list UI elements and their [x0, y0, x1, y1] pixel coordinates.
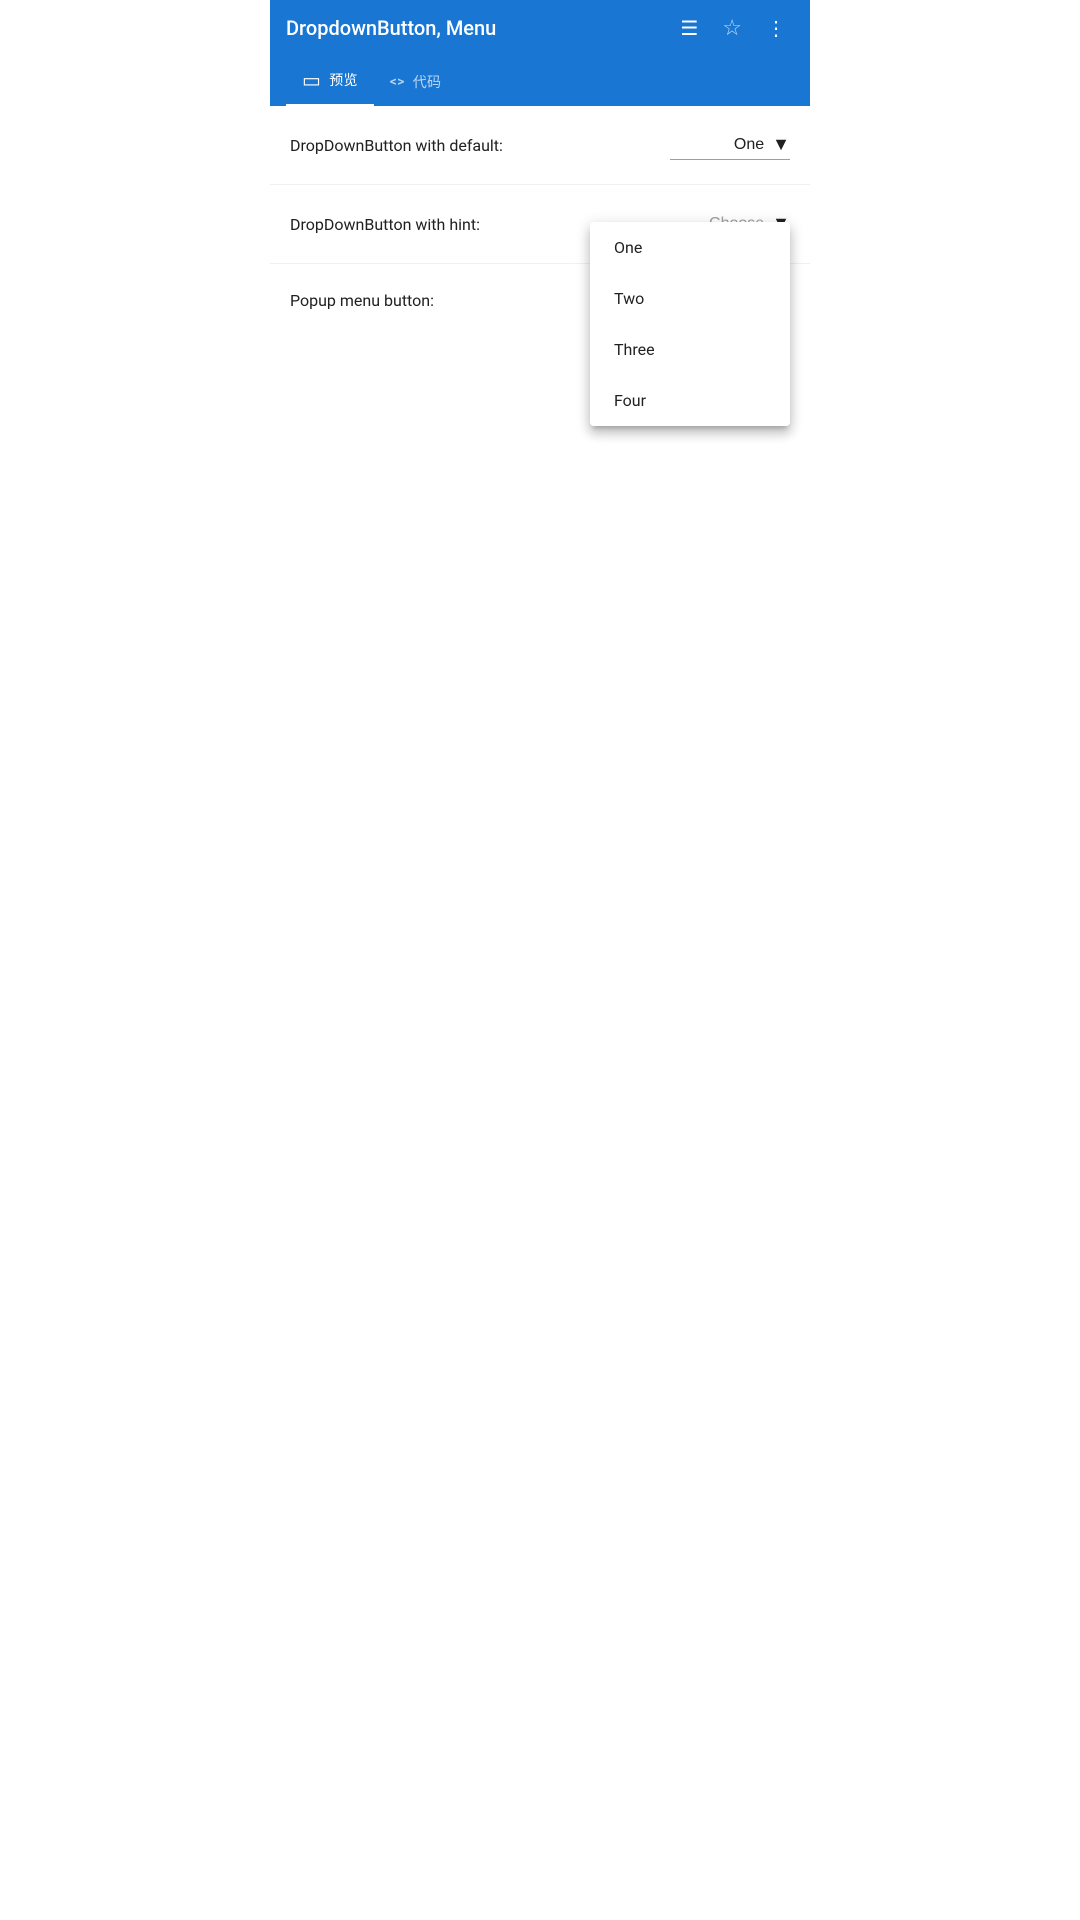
tab-code-label: 代码 — [413, 72, 442, 92]
code-icon: <> — [390, 74, 405, 90]
dropdown-default-value: One — [734, 136, 764, 154]
dots-icon: ⋮ — [766, 16, 786, 41]
menu-item-two[interactable]: Two — [590, 273, 790, 324]
row-hint-label: DropDownButton with hint: — [290, 215, 480, 234]
star-icon: ☆ — [722, 15, 742, 41]
dropdown-default-arrow: ▼ — [772, 134, 790, 155]
app-bar: DropdownButton, Menu ☰ ☆ ⋮ — [270, 0, 810, 56]
row-default: DropDownButton with default: One ▼ — [270, 106, 810, 185]
tab-preview-label: 预览 — [329, 70, 358, 90]
app-bar-actions: ☰ ☆ ⋮ — [672, 7, 794, 49]
hamburger-icon: ☰ — [680, 16, 698, 41]
app-bar-title: DropdownButton, Menu — [286, 16, 672, 40]
menu-item-four[interactable]: Four — [590, 375, 790, 426]
row-popup-label: Popup menu button: — [290, 291, 434, 310]
menu-item-one[interactable]: One — [590, 222, 790, 273]
more-button[interactable]: ⋮ — [758, 8, 794, 49]
dropdown-default[interactable]: One ▼ — [670, 130, 790, 160]
row-default-label: DropDownButton with default: — [290, 136, 503, 155]
tab-code[interactable]: <> 代码 — [374, 60, 458, 106]
popup-menu: One Two Three Four — [590, 222, 790, 426]
tablet-icon: ▭ — [302, 68, 321, 92]
hamburger-button[interactable]: ☰ — [672, 8, 706, 49]
tab-preview[interactable]: ▭ 预览 — [286, 56, 374, 106]
tab-bar: ▭ 预览 <> 代码 — [270, 56, 810, 106]
menu-item-three[interactable]: Three — [590, 324, 790, 375]
star-button[interactable]: ☆ — [714, 7, 750, 49]
